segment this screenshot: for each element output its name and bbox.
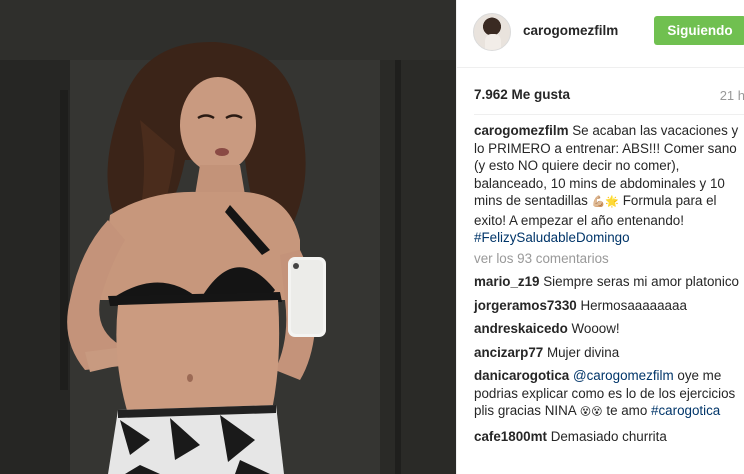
comment-item: cafe1800mt Demasiado churrita [474, 428, 744, 446]
likes-row: 7.962 Me gusta 21 h [474, 87, 744, 105]
caption-hashtag[interactable]: #FelizySaludableDomingo [474, 230, 630, 245]
post-side-panel: carogomezfilm Siguiendo 7.962 Me gusta 2… [456, 0, 744, 474]
comment-text: Siempre seras mi amor platonico [539, 274, 739, 289]
comment-item: ancizarp77 Mujer divina [474, 344, 744, 362]
post-header: carogomezfilm Siguiendo [457, 0, 744, 68]
comment-username[interactable]: danicarogotica [474, 368, 569, 383]
caption: carogomezfilm Se acaban las vacaciones y… [474, 122, 744, 247]
comment-text: Mujer divina [543, 344, 620, 360]
comment-item: danicarogotica @carogomezfilm oye me pod… [474, 367, 744, 422]
view-all-comments-link[interactable]: ver los 93 comentarios [474, 250, 744, 268]
comment-emoji: 😵😵 [579, 406, 603, 418]
comment-username[interactable]: ancizarp77 [474, 345, 543, 360]
comment-text: Wooow! [567, 321, 620, 336]
avatar[interactable] [473, 13, 511, 51]
comment-item: andreskaicedo Wooow! [474, 320, 744, 338]
comment-text: Hermosaaaaaaaa [576, 297, 687, 313]
header-username[interactable]: carogomezfilm [523, 23, 618, 38]
comment-item: jorgeramos7330 Hermosaaaaaaaa [474, 297, 744, 315]
comments-list: carogomezfilm Se acaban las vacaciones y… [474, 122, 744, 445]
comment-item: mario_z19 Siempre seras mi amor platonic… [474, 273, 744, 291]
comment-username[interactable]: mario_z19 [474, 274, 540, 289]
comment-username[interactable]: andreskaicedo [474, 321, 568, 336]
likes-count[interactable]: 7.962 Me gusta [474, 87, 570, 102]
post-photo-illustration [0, 0, 456, 474]
post-photo[interactable] [0, 0, 456, 474]
comment-username[interactable]: jorgeramos7330 [474, 298, 577, 313]
post-time[interactable]: 21 h [720, 88, 744, 103]
comment-username[interactable]: cafe1800mt [474, 429, 547, 444]
comment-text: Demasiado churrita [546, 428, 667, 444]
divider [474, 114, 744, 115]
caption-username[interactable]: carogomezfilm [474, 123, 569, 138]
comment-hashtag[interactable]: #carogotica [651, 403, 720, 418]
comment-mention[interactable]: @carogomezfilm [573, 368, 674, 383]
caption-emoji: 💪🏼🌟 [591, 196, 620, 208]
comment-text-2: te amo [602, 403, 652, 418]
following-button[interactable]: Siguiendo [654, 16, 744, 45]
